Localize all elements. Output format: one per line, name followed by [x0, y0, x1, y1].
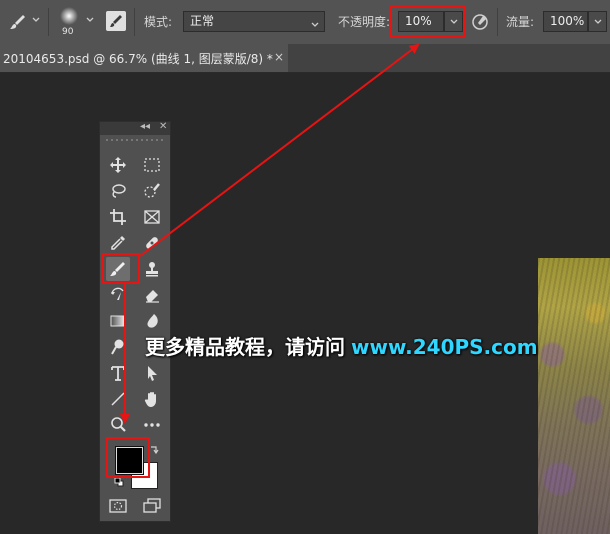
arrow-to-opacity: [139, 43, 420, 257]
annotation-arrows: [120, 43, 420, 424]
